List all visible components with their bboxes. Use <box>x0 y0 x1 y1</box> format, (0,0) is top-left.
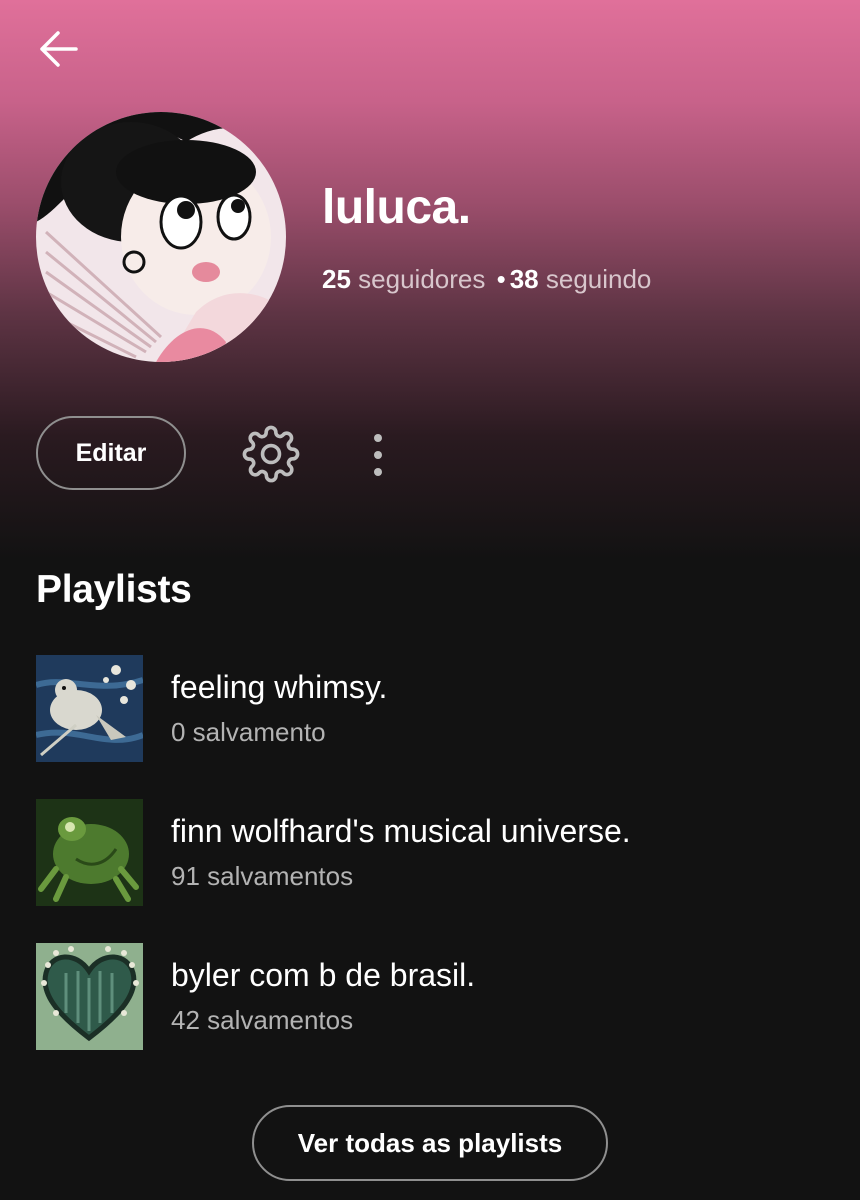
more-vertical-icon[interactable] <box>360 430 396 480</box>
playlists-section-title: Playlists <box>36 568 192 611</box>
avatar-image <box>36 112 286 362</box>
playlist-name: feeling whimsy. <box>171 669 388 705</box>
arrow-left-icon[interactable] <box>36 26 82 72</box>
playlist-item[interactable]: byler com b de brasil. 42 salvamentos <box>36 943 796 1051</box>
followers-label[interactable]: seguidores <box>358 264 485 294</box>
following-label[interactable]: seguindo <box>546 264 652 294</box>
followers-count[interactable]: 25 <box>322 264 351 294</box>
playlist-cover <box>36 655 143 762</box>
avatar[interactable] <box>36 112 286 362</box>
gear-icon[interactable] <box>242 425 300 483</box>
playlist-item[interactable]: finn wolfhard's musical universe. 91 sal… <box>36 799 796 907</box>
playlist-saves: 0 salvamento <box>171 717 326 747</box>
playlist-cover <box>36 799 143 906</box>
stats-separator: • <box>496 264 506 294</box>
following-count[interactable]: 38 <box>510 264 539 294</box>
playlist-cover <box>36 943 143 1050</box>
profile-stats: 25 seguidores • 38 seguindo <box>322 264 651 295</box>
playlist-item[interactable]: feeling whimsy. 0 salvamento <box>36 655 796 763</box>
see-all-playlists-button[interactable]: Ver todas as playlists <box>252 1105 608 1181</box>
edit-profile-button[interactable]: Editar <box>36 416 186 490</box>
playlist-name: byler com b de brasil. <box>171 957 476 993</box>
playlist-saves: 91 salvamentos <box>171 861 354 891</box>
profile-username: luluca. <box>322 181 471 234</box>
playlist-saves: 42 salvamentos <box>171 1005 354 1035</box>
playlist-name: finn wolfhard's musical universe. <box>171 813 631 849</box>
